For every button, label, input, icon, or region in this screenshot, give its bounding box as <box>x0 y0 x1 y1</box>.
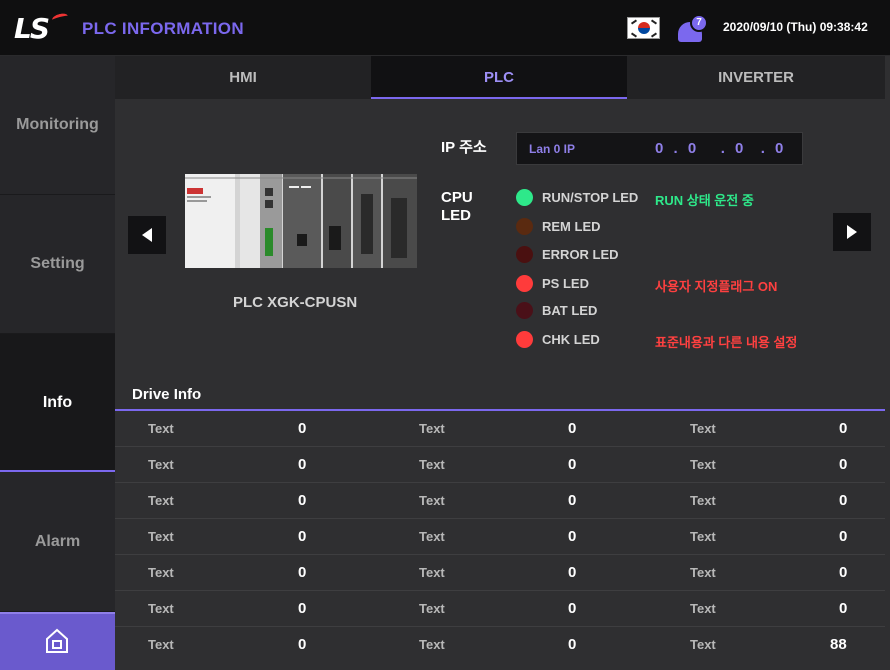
sidebar: Monitoring Setting Info Alarm <box>0 56 115 670</box>
table-row: Text 0 Text 0 Text 0 <box>115 591 885 627</box>
table-row: Text 0 Text 0 Text 0 <box>115 555 885 591</box>
ip-lan-label: Lan 0 IP <box>529 142 576 156</box>
led-note: 표준내용과 다른 내용 설정 <box>655 335 798 350</box>
led-indicator <box>516 246 533 263</box>
table-row: Text 0 Text 0 Text 0 <box>115 519 885 555</box>
sidebar-item-monitoring[interactable]: Monitoring <box>0 56 115 195</box>
led-indicator <box>516 218 533 235</box>
ls-logo: LS <box>14 12 50 45</box>
korea-flag-icon[interactable] <box>627 17 660 39</box>
tab-hmi[interactable]: HMI <box>115 56 371 99</box>
sidebar-item-info[interactable]: Info <box>0 334 115 472</box>
ip-label: IP 주소 <box>441 139 487 156</box>
led-indicator <box>516 302 533 319</box>
main-content: HMI PLC INVERTER PLC XGK-CPUSN IP 주소 Lan… <box>115 56 890 670</box>
ip-field: Lan 0 IP 0 . 0 . 0 . 0 <box>516 132 803 165</box>
led-note: RUN 상태 운전 중 <box>655 193 754 208</box>
table-row: Text 0 Text 0 Text 88 <box>148 636 847 653</box>
prev-button[interactable] <box>128 216 166 254</box>
plc-model-name: PLC XGK-CPUSN <box>233 294 358 311</box>
table-row: Text 0 Text 0 Text 0 <box>115 447 885 483</box>
led-indicator <box>516 189 533 206</box>
sidebar-item-alarm[interactable]: Alarm <box>0 473 115 612</box>
cpu-led-label: CPU LED <box>441 189 473 224</box>
led-note: 사용자 지정플래그 ON <box>655 279 778 294</box>
next-button[interactable] <box>833 213 871 251</box>
datetime: 2020/09/10 (Thu) 09:38:42 <box>723 20 868 34</box>
notification-badge: 7 <box>690 14 708 32</box>
ip-value: 0 . 0 . 0 . 0 <box>655 140 787 157</box>
home-icon <box>46 628 68 653</box>
tab-bar: HMI PLC INVERTER <box>115 56 885 99</box>
led-indicator <box>516 275 533 292</box>
drive-info-table: Text 0 Text 0 Text 0 Text 0 Text 0 Text … <box>115 411 885 663</box>
page-title: PLC INFORMATION <box>82 19 244 38</box>
tab-plc[interactable]: PLC <box>371 56 627 99</box>
table-row: Text 0 Text 0 Text 0 <box>115 483 885 519</box>
logo-swoosh-icon <box>51 12 69 24</box>
left-arrow-icon <box>142 228 152 242</box>
led-indicator <box>516 331 533 348</box>
table-row: Text 0 Text 0 Text 0 <box>115 411 885 447</box>
home-button[interactable] <box>0 612 115 670</box>
right-arrow-icon <box>847 225 857 239</box>
sidebar-item-setting[interactable]: Setting <box>0 195 115 334</box>
tab-inverter[interactable]: INVERTER <box>627 56 885 99</box>
drive-info-title: Drive Info <box>132 386 202 403</box>
plc-module-image <box>185 174 417 268</box>
bell-icon[interactable]: 7 <box>676 14 708 44</box>
top-bar: LS PLC INFORMATION 7 2020/09/10 (Thu) 09… <box>0 0 890 56</box>
